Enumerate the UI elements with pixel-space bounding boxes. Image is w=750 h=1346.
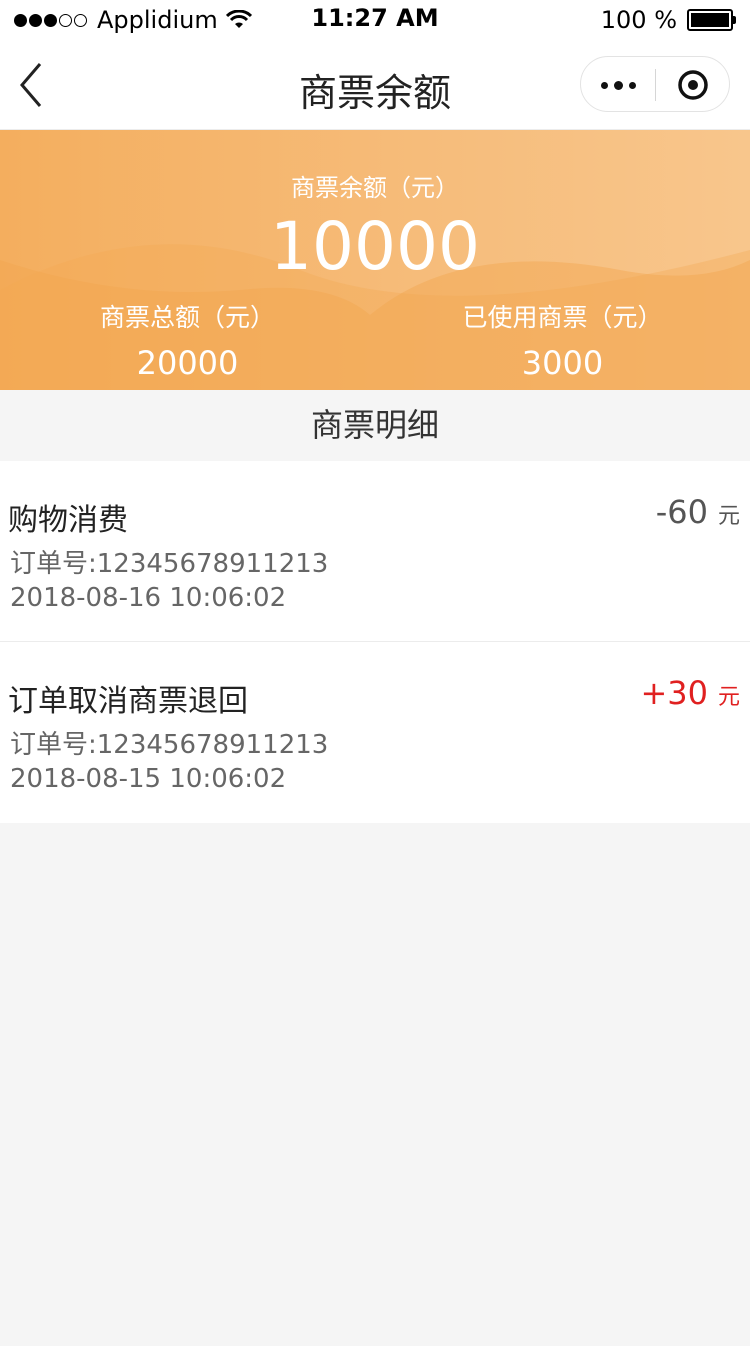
record-order-number: 订单号:12345678911213 [10, 549, 329, 579]
status-right: 100 % [601, 6, 736, 34]
record-amount: +30 元 [640, 674, 740, 712]
nav-bar: 商票余额 [0, 40, 750, 130]
amount-value: +30 [640, 674, 708, 712]
battery-icon [687, 9, 736, 31]
used-value: 3000 [521, 344, 604, 382]
list-item[interactable]: 订单取消商票退回 订单号:12345678911213 2018-08-15 1… [0, 642, 750, 823]
record-title: 订单取消商票退回 [8, 684, 248, 719]
record-time: 2018-08-16 10:06:02 [10, 583, 287, 613]
total-label: 商票总额（元） [99, 303, 275, 332]
more-dots-icon [600, 81, 608, 89]
mini-program-capsule [580, 56, 730, 112]
used-label: 已使用商票（元） [462, 303, 663, 332]
battery-percent: 100 % [600, 6, 677, 34]
balance-summary: 商票余额（元） 10000 商票总额（元） 20000 已使用商票（元） 300… [0, 130, 750, 390]
total-value: 20000 [136, 344, 239, 382]
amount-value: -60 [655, 493, 708, 531]
screen: Applidium 11:27 AM 100 % 商票余额 商票余额（元） 10… [0, 0, 750, 1346]
status-bar: Applidium 11:27 AM 100 % [0, 0, 750, 40]
close-target-icon[interactable] [677, 69, 709, 101]
amount-unit: 元 [717, 685, 740, 710]
record-time: 2018-08-15 10:06:02 [10, 764, 287, 794]
used-stat: 已使用商票（元） 3000 [375, 298, 750, 382]
section-title: 商票明细 [0, 390, 750, 460]
list-item[interactable]: 购物消费 订单号:12345678911213 2018-08-16 10:06… [0, 461, 750, 642]
record-order-number: 订单号:12345678911213 [10, 730, 329, 760]
amount-unit: 元 [717, 504, 740, 529]
capsule-divider [655, 69, 656, 101]
record-amount: -60 元 [656, 493, 740, 531]
more-button[interactable] [581, 57, 655, 113]
total-stat: 商票总额（元） 20000 [0, 298, 375, 382]
record-list: 购物消费 订单号:12345678911213 2018-08-16 10:06… [0, 461, 750, 823]
balance-amount: 10000 [270, 208, 480, 285]
record-title: 购物消费 [8, 503, 128, 538]
balance-label: 商票余额（元） [291, 174, 459, 202]
